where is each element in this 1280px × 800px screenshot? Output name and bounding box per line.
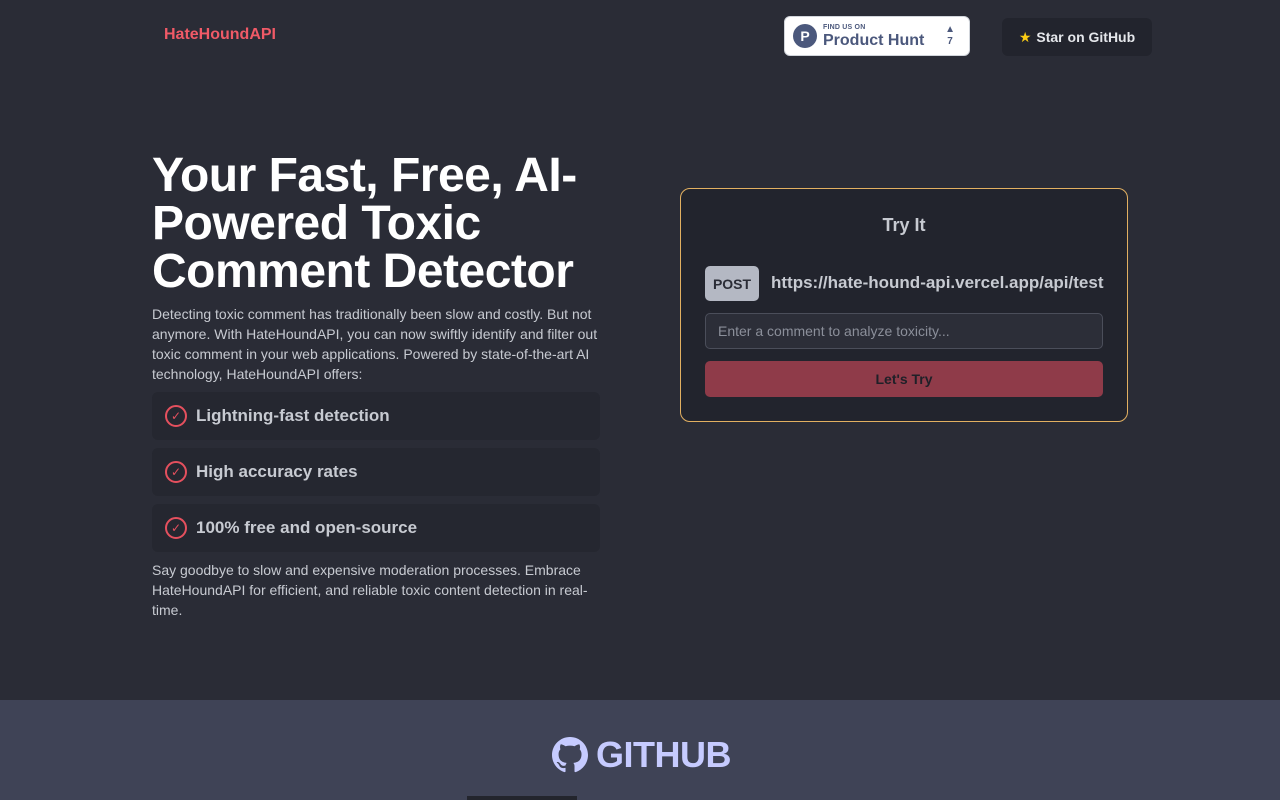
- feature-item: ✓ Lightning-fast detection: [152, 392, 600, 440]
- github-heading-label: GITHUB: [596, 734, 732, 775]
- check-circle-icon: ✓: [165, 517, 187, 539]
- github-tab-indicator: [467, 796, 577, 800]
- product-hunt-badge[interactable]: P FIND US ON Product Hunt ▲ 7: [784, 16, 970, 56]
- product-hunt-small-text: FIND US ON: [823, 23, 866, 31]
- hero-outro: Say goodbye to slow and expensive modera…: [152, 562, 588, 618]
- feature-item: ✓ 100% free and open-source: [152, 504, 600, 552]
- feature-item: ✓ High accuracy rates: [152, 448, 600, 496]
- github-section: GITHUB: [0, 700, 1280, 800]
- feature-label: 100% free and open-source: [196, 518, 418, 537]
- star-on-github-label: Star on GitHub: [1036, 29, 1136, 45]
- hero-title: Your Fast, Free, AI-Powered Toxic Commen…: [152, 149, 577, 298]
- check-circle-icon: ✓: [165, 461, 187, 483]
- hero-description: Detecting toxic comment has traditionall…: [152, 306, 598, 382]
- http-method-badge: POST: [705, 266, 759, 301]
- star-on-github-button[interactable]: ★ Star on GitHub: [1002, 18, 1152, 56]
- comment-input[interactable]: [705, 313, 1103, 349]
- product-hunt-text: FIND US ON Product Hunt: [823, 24, 924, 49]
- product-hunt-icon: P: [793, 24, 817, 48]
- try-it-title: Try It: [882, 215, 926, 235]
- product-hunt-votes: ▲ 7: [945, 25, 955, 47]
- site-header: HateHoundAPI P FIND US ON Product Hunt ▲…: [0, 0, 1280, 72]
- vote-count: 7: [947, 36, 953, 47]
- check-circle-icon: ✓: [165, 405, 187, 427]
- feature-label: Lightning-fast detection: [196, 406, 390, 425]
- github-heading: GITHUB: [552, 734, 732, 776]
- star-icon: ★: [1018, 28, 1032, 45]
- product-hunt-title: Product Hunt: [823, 31, 925, 49]
- upvote-arrow-icon: ▲: [945, 24, 955, 35]
- lets-try-button[interactable]: Let's Try: [705, 361, 1103, 397]
- feature-label: High accuracy rates: [196, 462, 358, 481]
- endpoint-url: https://hate-hound-api.vercel.app/api/te…: [771, 273, 1104, 292]
- github-icon: [552, 737, 588, 773]
- try-it-card: Try It POST https://hate-hound-api.verce…: [680, 188, 1128, 422]
- brand-logo[interactable]: HateHoundAPI: [164, 26, 276, 44]
